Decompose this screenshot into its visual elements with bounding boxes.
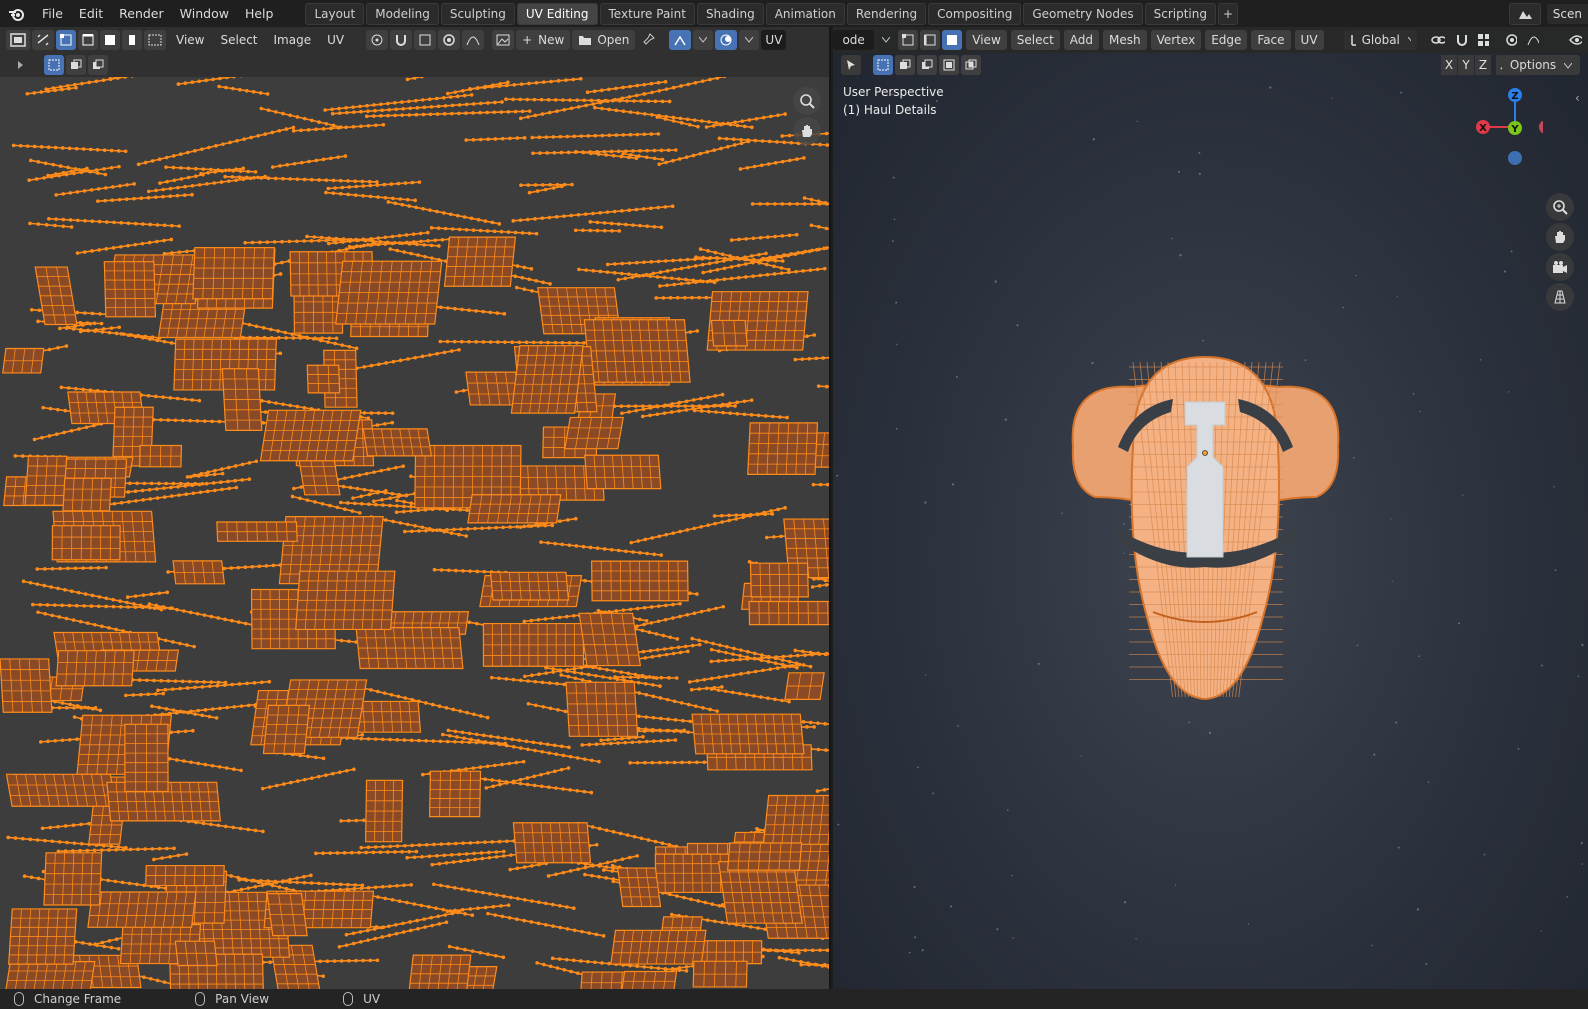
sync-selection-toggle[interactable] <box>32 30 54 50</box>
menu-edit[interactable]: Edit <box>71 0 111 27</box>
chevron-down-icon <box>745 37 754 43</box>
sync-icon <box>37 34 49 46</box>
3d-viewport-area[interactable]: ode View Select Add Mesh Vertex Edge Fac… <box>833 27 1588 989</box>
uv-tool-subbar <box>0 53 829 77</box>
uv-sync-toggle[interactable] <box>669 30 692 50</box>
uv-layout-canvas[interactable] <box>0 77 831 989</box>
pin-icon <box>643 33 656 45</box>
island-select-mode[interactable] <box>122 30 142 50</box>
falloff-curve-icon <box>466 36 480 46</box>
falloff-button[interactable] <box>462 30 485 50</box>
open-image-button[interactable]: Open <box>572 30 636 50</box>
pivot-point-button[interactable] <box>366 30 389 50</box>
select-extend-icon <box>71 59 82 69</box>
snap-button[interactable] <box>390 30 413 50</box>
status-pan-view: Pan View <box>195 992 269 1006</box>
mouse-left-icon <box>14 992 24 1006</box>
uv-transform-icon <box>674 35 687 46</box>
tab-sculpting[interactable]: Sculpting <box>440 2 515 25</box>
folder-icon <box>579 36 592 45</box>
menu-select[interactable]: Select <box>212 27 265 53</box>
image-icon <box>496 34 510 46</box>
menu-file[interactable]: File <box>34 0 71 27</box>
menu-window[interactable]: Window <box>172 0 237 27</box>
tab-geometry-nodes[interactable]: Geometry Nodes <box>1023 2 1143 25</box>
overlay-icon <box>720 34 732 46</box>
uv-mode-label[interactable]: UV <box>761 30 787 50</box>
mouse-middle-icon <box>195 992 206 1006</box>
tab-uv-editing[interactable]: UV Editing <box>516 2 598 25</box>
mesh-wireframe <box>1071 355 1340 701</box>
tab-animation[interactable]: Animation <box>765 2 845 25</box>
scene-selector: Scen <box>1508 2 1588 25</box>
blender-logo-icon[interactable] <box>0 0 34 27</box>
tab-layout[interactable]: Layout <box>305 2 365 25</box>
edge-select-mode[interactable] <box>78 30 98 50</box>
menu-view[interactable]: View <box>168 27 212 53</box>
scene-type-button[interactable] <box>1508 2 1541 25</box>
uv-islands <box>0 77 829 989</box>
menu-uv[interactable]: UV <box>319 27 352 53</box>
snap-target-button[interactable] <box>414 30 437 50</box>
uv-zoom-button[interactable] <box>793 87 821 115</box>
proportional-edit-button[interactable] <box>438 30 461 50</box>
menu-image[interactable]: Image <box>266 27 320 53</box>
status-bar: Change Frame Pan View UV <box>0 989 1588 1009</box>
status-uv: UV <box>343 992 380 1006</box>
face-select-icon <box>105 35 115 45</box>
scene-name-field[interactable]: Scen <box>1546 3 1588 24</box>
snap-grid-icon <box>419 34 431 46</box>
select-new-icon <box>48 59 60 71</box>
workspace-tabs: Layout Modeling Sculpting UV Editing Tex… <box>305 2 1238 25</box>
select-box-extend[interactable] <box>66 55 86 75</box>
uv-editor-area: View Select Image UV + New Open UV <box>0 27 831 989</box>
haul-details-mesh[interactable] <box>833 27 1588 989</box>
new-image-button[interactable]: + New <box>516 30 571 50</box>
uv-options-dropdown[interactable] <box>693 30 714 50</box>
status-change-frame: Change Frame <box>14 992 121 1006</box>
select-box-new[interactable] <box>44 55 64 75</box>
pin-button[interactable] <box>637 30 659 50</box>
proportional-icon <box>443 34 455 46</box>
uv-editor-header: View Select Image UV + New Open UV <box>0 27 829 53</box>
zoom-icon <box>800 94 815 109</box>
tab-modeling[interactable]: Modeling <box>366 2 439 25</box>
menu-render[interactable]: Render <box>111 0 172 27</box>
menu-help[interactable]: Help <box>237 0 282 27</box>
editor-type-button[interactable] <box>6 30 30 50</box>
scene-icon <box>1518 10 1532 19</box>
sticky-selection-button[interactable] <box>144 30 166 50</box>
tab-compositing[interactable]: Compositing <box>928 2 1022 25</box>
top-bar: File Edit Render Window Help Layout Mode… <box>0 0 1588 27</box>
image-browse-button[interactable] <box>492 30 515 50</box>
add-workspace-button[interactable]: + <box>1217 2 1238 25</box>
tab-shading[interactable]: Shading <box>696 2 764 25</box>
select-box-subtract[interactable] <box>88 55 108 75</box>
vertex-select-icon <box>60 34 72 46</box>
pivot-icon <box>371 34 383 46</box>
face-select-mode[interactable] <box>100 30 120 50</box>
edge-select-icon <box>82 34 94 46</box>
island-select-icon <box>129 35 135 45</box>
object-origin <box>1202 450 1208 456</box>
hand-icon <box>802 125 812 137</box>
tab-rendering[interactable]: Rendering <box>846 2 927 25</box>
overlay-dropdown[interactable] <box>739 30 760 50</box>
sticky-select-icon <box>148 34 162 46</box>
tab-scripting[interactable]: Scripting <box>1144 2 1216 25</box>
chevron-right-icon <box>18 61 23 69</box>
image-editor-icon <box>10 33 26 47</box>
overlay-toggle[interactable] <box>715 30 738 50</box>
chevron-down-icon <box>699 37 708 43</box>
mouse-right-icon <box>343 992 354 1006</box>
select-subtract-icon <box>93 59 104 69</box>
tab-texture-paint[interactable]: Texture Paint <box>599 2 695 25</box>
uv-pan-button[interactable] <box>793 117 821 145</box>
magnet-icon <box>396 35 407 46</box>
plus-icon: + <box>522 33 533 47</box>
vertex-select-mode[interactable] <box>56 30 76 50</box>
toolbar-toggle[interactable] <box>14 55 28 75</box>
